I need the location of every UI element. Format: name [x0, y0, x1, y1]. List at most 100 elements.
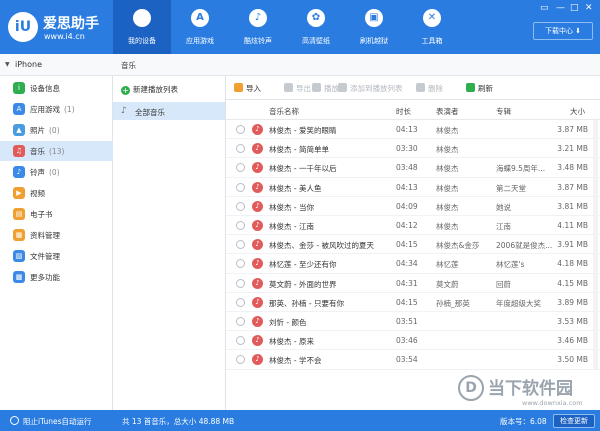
row-checkbox[interactable]: [236, 240, 245, 250]
device-sidebar: ▼ iPhone i 设备信息 A 应用游戏 (1) ▲ 照片 (0) ♫ 音乐 (13) ♪ 铃声 (0…: [0, 54, 113, 410]
song-name: 林俊杰 - 江南: [269, 222, 314, 231]
nav-tab-1[interactable]: A 应用游戏: [171, 0, 229, 54]
info-icon: i: [13, 82, 25, 94]
sidebar-item-9[interactable]: ▩ 更多功能: [0, 267, 113, 287]
table-row[interactable]: ♪ 林俊杰 - 江南 04:12 林俊杰 江南 4.11 MB: [226, 216, 600, 236]
table-header: 音乐名称 时长 表演者 专辑 大小: [226, 100, 600, 120]
toolbar-button-1[interactable]: 导出: [284, 83, 311, 94]
song-size: 3.53 MB: [557, 317, 588, 326]
table-row[interactable]: ♪ 林俊杰 - 原来 03:46 3.46 MB: [226, 331, 600, 351]
song-name: 林俊杰 - 当你: [269, 202, 314, 212]
column-header-name[interactable]: 音乐名称: [269, 106, 299, 117]
song-duration: 04:15: [396, 240, 418, 250]
nav-tab-5[interactable]: ✕ 工具箱: [403, 0, 461, 54]
row-checkbox[interactable]: [236, 355, 245, 365]
nav-tab-label: 工具箱: [421, 37, 443, 45]
sidebar-item-5[interactable]: ▶ 视频: [0, 183, 113, 203]
row-checkbox[interactable]: [236, 163, 245, 173]
maximize-button[interactable]: □: [570, 3, 579, 13]
music-table: ♪ 林俊杰 - 爱笑的眼睛 04:13 林俊杰 3.87 MB ♪ 林俊杰 - 简简单单 03…: [226, 120, 600, 370]
sidebar-item-count: (0): [49, 168, 60, 177]
column-header-size[interactable]: 大小: [570, 106, 585, 117]
sidebar-item-3[interactable]: ♫ 音乐 (13): [0, 141, 113, 161]
block-itunes-toggle[interactable]: 阻止iTunes自动运行: [10, 416, 92, 427]
app-logo[interactable]: iU 爱思助手 www.i4.cn: [6, 9, 111, 45]
sidebar-item-7[interactable]: ▦ 资料管理: [0, 225, 113, 245]
song-album: 林忆莲's: [496, 260, 525, 270]
row-checkbox[interactable]: [236, 259, 245, 269]
toolbar-button-4[interactable]: 删除: [416, 83, 443, 94]
import-button[interactable]: 导入: [234, 83, 261, 94]
table-row[interactable]: ♪ 刘忻 - 颜色 03:51 3.53 MB: [226, 312, 600, 332]
table-row[interactable]: ♪ 林俊杰 - 学不会 03:54 3.50 MB: [226, 350, 600, 370]
sidebar-item-label: 铃声 (0): [30, 167, 60, 178]
table-row[interactable]: ♪ 林俊杰 - 简简单单 03:30 林俊杰 3.21 MB: [226, 139, 600, 159]
toolbar-button-label: 添加到播放列表: [350, 84, 403, 93]
sidebar-item-count: (0): [49, 126, 60, 135]
row-checkbox[interactable]: [236, 221, 245, 230]
nav-tab-0[interactable]: 我的设备: [113, 0, 171, 54]
skin-icon[interactable]: ▭: [540, 3, 549, 13]
table-row[interactable]: ♪ 林忆莲 - 至少还有你 04:34 林忆莲 林忆莲's 4.18 MB: [226, 254, 600, 274]
sidebar-item-6[interactable]: ▤ 电子书: [0, 204, 113, 224]
row-checkbox[interactable]: [236, 144, 245, 154]
row-checkbox[interactable]: [236, 182, 245, 192]
song-name: 莫文蔚 - 外面的世界: [269, 279, 337, 289]
sidebar-item-0[interactable]: i 设备信息: [0, 78, 113, 98]
song-artist: 林俊杰: [436, 222, 459, 231]
playlist-item-all-music[interactable]: ♪ 全部音乐: [113, 102, 225, 120]
table-row[interactable]: ♪ 林俊杰 - 爱笑的眼睛 04:13 林俊杰 3.87 MB: [226, 120, 600, 140]
music-note-icon: ♪: [252, 277, 263, 289]
sidebar-item-8[interactable]: ▨ 文件管理: [0, 246, 113, 266]
table-row[interactable]: ♪ 林俊杰 - 美人鱼 04:13 林俊杰 第二天堂 3.87 MB: [226, 178, 600, 197]
toolbar-button-5[interactable]: 刷新: [466, 83, 493, 94]
bell-icon: ♪: [13, 166, 25, 178]
song-album: 她说: [496, 202, 511, 212]
row-checkbox[interactable]: [236, 336, 245, 346]
song-name: 刘忻 - 颜色: [269, 318, 307, 327]
music-note-icon: ♪: [252, 239, 263, 251]
column-header-time[interactable]: 时长: [396, 106, 411, 117]
nav-tab-4[interactable]: ▣ 刷机越狱: [345, 0, 403, 54]
song-size: 4.18 MB: [557, 259, 588, 269]
download-center-button[interactable]: 下载中心 ⬇: [533, 22, 593, 40]
toolbar-button-2[interactable]: 播放: [312, 83, 339, 94]
tab-music[interactable]: 音乐: [121, 60, 136, 71]
i4-logo-icon: iU: [8, 12, 38, 42]
close-button[interactable]: ✕: [585, 3, 593, 13]
row-checkbox[interactable]: [236, 297, 245, 307]
table-row[interactable]: ♪ 那英、孙楠 - 只要有你 04:15 孙楠_那英 年度超级大奖 3.89 MB: [226, 293, 600, 312]
table-row[interactable]: ♪ 林俊杰 - 当你 04:09 林俊杰 她说 3.81 MB: [226, 197, 600, 216]
sidebar-item-label: 文件管理: [30, 251, 64, 262]
device-header[interactable]: ▼ iPhone: [0, 54, 113, 76]
song-size: 4.15 MB: [557, 278, 588, 288]
nav-tab-2[interactable]: ♪ 酷炫铃声: [229, 0, 287, 54]
minimize-button[interactable]: —: [556, 3, 565, 13]
music-note-icon: ♪: [252, 354, 263, 366]
sidebar-item-4[interactable]: ♪ 铃声 (0): [0, 162, 113, 182]
box-icon: ▣: [365, 9, 383, 27]
row-checkbox[interactable]: [236, 317, 245, 326]
row-checkbox[interactable]: [236, 125, 245, 134]
table-row[interactable]: ♪ 莫文蔚 - 外面的世界 04:31 莫文蔚 回蔚 4.15 MB: [226, 274, 600, 293]
table-row[interactable]: ♪ 林俊杰 - 一千年以后 03:48 林俊杰 海蝶9.5周年... 3.48 MB: [226, 158, 600, 178]
row-checkbox[interactable]: [236, 278, 245, 288]
table-row[interactable]: ♪ 林俊杰、金莎 - 被风吹过的夏天 04:15 林俊杰&金莎 2006就是俊杰... 3…: [226, 235, 600, 255]
vertical-scrollbar[interactable]: [593, 120, 598, 369]
sidebar-item-1[interactable]: A 应用游戏 (1): [0, 99, 113, 119]
sidebar-item-label: 照片 (0): [30, 125, 60, 136]
song-size: 3.81 MB: [557, 201, 588, 211]
toolbar-button-3[interactable]: 添加到播放列表: [338, 83, 403, 94]
row-checkbox[interactable]: [236, 201, 245, 211]
column-header-artist[interactable]: 表演者: [436, 106, 459, 117]
delete-icon: [416, 83, 425, 92]
collapse-arrow-icon[interactable]: ▼: [5, 61, 10, 68]
toolbar-button-label: 导入: [246, 84, 261, 93]
column-header-album[interactable]: 专辑: [496, 106, 511, 117]
new-playlist-button[interactable]: + 新建播放列表: [121, 84, 178, 95]
sidebar-item-2[interactable]: ▲ 照片 (0): [0, 120, 113, 140]
check-update-button[interactable]: 检查更新: [553, 414, 595, 428]
toolbar-button-label: 播放: [324, 84, 339, 93]
nav-tab-3[interactable]: ✿ 高清壁纸: [287, 0, 345, 54]
song-duration: 03:51: [396, 317, 418, 326]
